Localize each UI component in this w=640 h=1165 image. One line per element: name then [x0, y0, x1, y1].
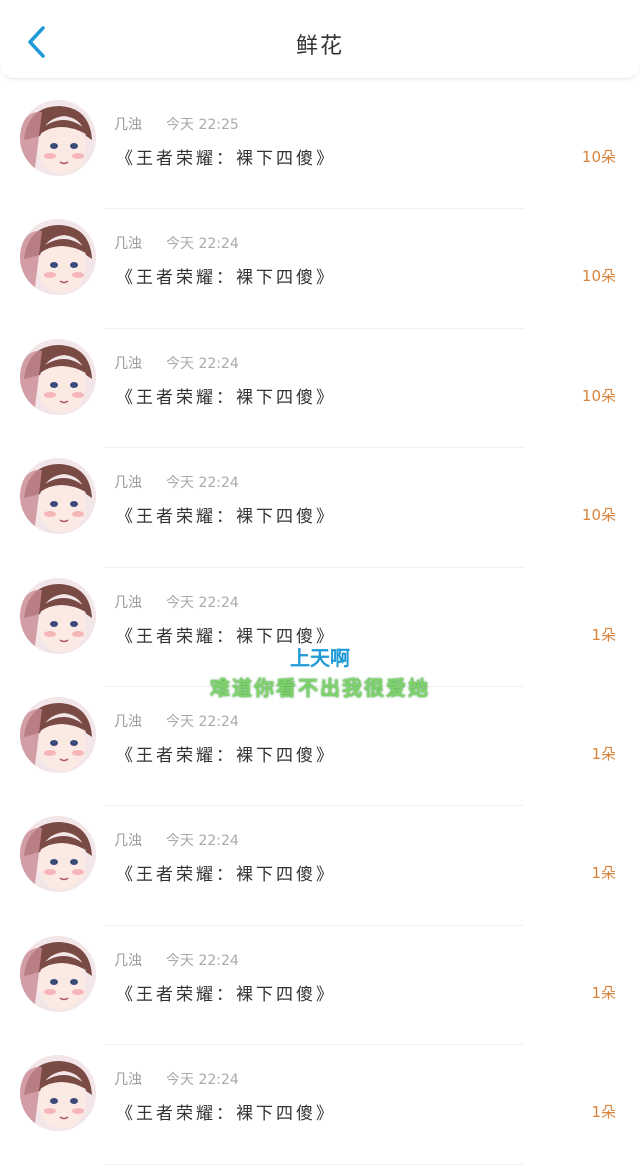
game-title: 《王者荣耀：裸下四傻》 — [116, 1104, 336, 1125]
timestamp: 今天 22:25 — [166, 117, 239, 133]
sender-name: 几浊 — [114, 594, 142, 611]
list-item[interactable]: 几浊 今天 22:24 《王者荣耀：裸下四傻》 10朵 — [0, 448, 640, 568]
avatar[interactable] — [20, 816, 96, 893]
avatar[interactable] — [20, 100, 96, 176]
game-title: 《王者荣耀：裸下四傻》 — [116, 984, 336, 1005]
timestamp: 今天 22:24 — [166, 236, 239, 253]
game-title: 《王者荣耀：裸下四傻》 — [116, 387, 336, 408]
game-title: 《王者荣耀：裸下四傻》 — [116, 268, 336, 289]
list-item[interactable]: 几浊 今天 22:24 《王者荣耀：裸下四傻》 1朵 — [0, 926, 640, 1046]
sender-name: 几浊 — [114, 475, 142, 492]
timestamp: 今天 22:24 — [166, 475, 239, 492]
divider — [104, 1163, 524, 1165]
flower-count: 1朵 — [591, 864, 616, 883]
list-item[interactable]: 几浊 今天 22:24 《王者荣耀：裸下四傻》 10朵 — [0, 329, 640, 449]
flower-count: 1朵 — [591, 1103, 616, 1122]
page-title: 鲜花 — [295, 34, 344, 59]
timestamp: 今天 22:24 — [166, 355, 239, 372]
sender-name: 几浊 — [114, 833, 142, 850]
game-title: 《王者荣耀：裸下四傻》 — [116, 865, 336, 886]
timestamp: 今天 22:24 — [166, 594, 239, 611]
avatar[interactable] — [20, 458, 96, 535]
avatar[interactable] — [20, 577, 96, 654]
sender-name: 几浊 — [114, 713, 142, 730]
sender-name: 几浊 — [114, 355, 142, 372]
flower-count: 1朵 — [591, 625, 616, 644]
list-item[interactable]: 几浊 今天 22:24 《王者荣耀：裸下四傻》 1朵 — [0, 687, 640, 807]
avatar[interactable] — [20, 1055, 96, 1132]
flower-count: 10朵 — [581, 386, 616, 405]
timestamp: 今天 22:24 — [166, 713, 239, 730]
avatar[interactable] — [20, 338, 96, 415]
list-item[interactable]: 几浊 今天 22:24 《王者荣耀：裸下四傻》 1朵 — [0, 568, 640, 687]
avatar[interactable] — [20, 935, 96, 1012]
timestamp: 今天 22:24 — [166, 952, 239, 969]
avatar[interactable] — [20, 696, 96, 773]
flower-count: 10朵 — [581, 506, 616, 525]
list-item[interactable]: 几浊 今天 22:24 《王者荣耀：裸下四傻》 1朵 — [0, 1045, 640, 1165]
sender-name: 几浊 — [114, 1072, 142, 1089]
top-bar: 鲜花 — [0, 0, 640, 79]
game-title: 《王者荣耀：裸下四傻》 — [116, 149, 336, 169]
flower-count: 10朵 — [581, 148, 616, 166]
game-title: 《王者荣耀：裸下四傻》 — [116, 626, 336, 647]
flower-list: 几浊 今天 22:25 《王者荣耀：裸下四傻》 10朵 几浊 今天 22:24 … — [0, 90, 640, 1165]
timestamp: 今天 22:24 — [166, 1072, 239, 1089]
avatar[interactable] — [20, 219, 96, 296]
flower-count: 1朵 — [591, 983, 616, 1002]
game-title: 《王者荣耀：裸下四傻》 — [116, 745, 336, 766]
sender-name: 几浊 — [114, 236, 142, 253]
sender-name: 几浊 — [114, 117, 142, 133]
flower-count: 1朵 — [591, 744, 616, 763]
game-title: 《王者荣耀：裸下四傻》 — [116, 507, 336, 528]
list-item[interactable]: 几浊 今天 22:24 《王者荣耀：裸下四傻》 10朵 — [0, 209, 640, 329]
list-item[interactable]: 几浊 今天 22:24 《王者荣耀：裸下四傻》 1朵 — [0, 806, 640, 926]
flower-count: 10朵 — [581, 267, 616, 286]
sender-name: 几浊 — [114, 952, 142, 969]
list-item[interactable]: 几浊 今天 22:25 《王者荣耀：裸下四傻》 10朵 — [0, 90, 640, 210]
timestamp: 今天 22:24 — [166, 833, 239, 850]
